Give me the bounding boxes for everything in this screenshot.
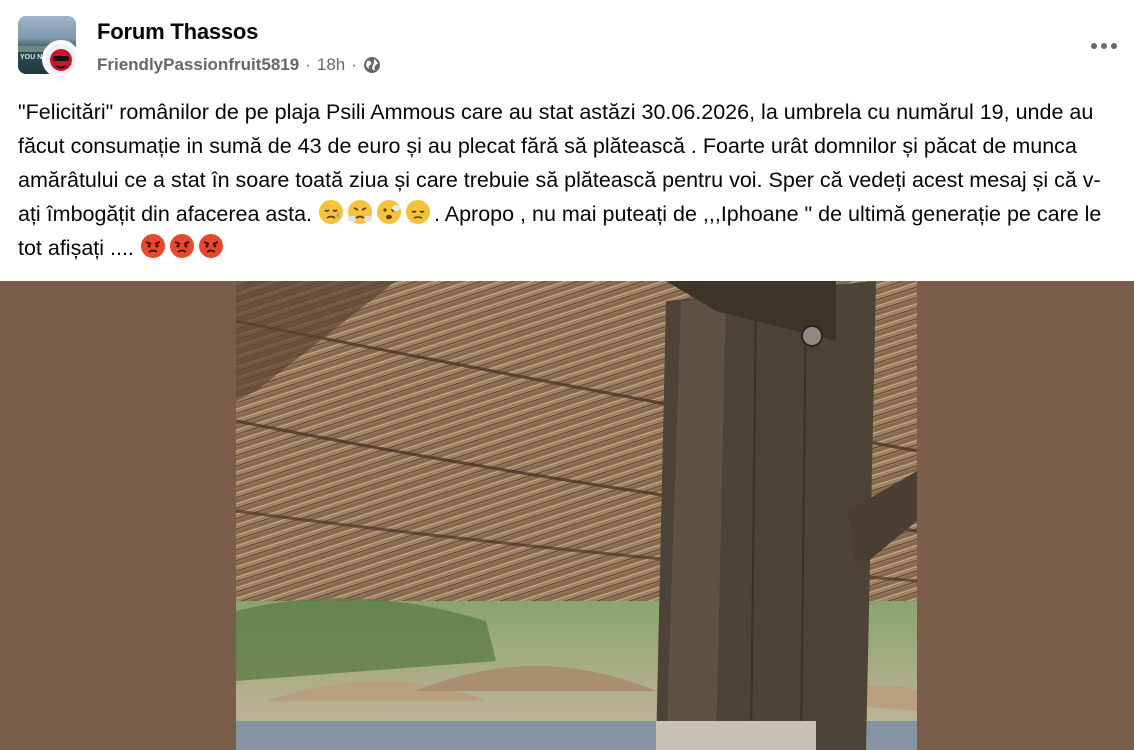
- author-link[interactable]: FriendlyPassionfruit5819: [97, 55, 299, 75]
- angry-face-emoji: [198, 234, 223, 258]
- more-options-button[interactable]: [1088, 30, 1120, 62]
- sad-tear-emoji: [318, 200, 343, 224]
- steam-nose-emoji: [347, 200, 372, 224]
- emoji-group-2: [140, 233, 227, 259]
- meta-separator: ·: [351, 55, 357, 74]
- user-avatar[interactable]: [42, 40, 80, 78]
- photo-illustration: [236, 281, 917, 750]
- avatar-character-icon: [50, 49, 72, 71]
- angry-face-emoji: [169, 234, 194, 258]
- emoji-group-1: [318, 199, 434, 225]
- group-thumbnail-text: YOU N: [20, 54, 43, 61]
- post-time-link[interactable]: 18h: [317, 55, 345, 75]
- angry-face-emoji: [140, 234, 165, 258]
- post-meta: FriendlyPassionfruit5819 · 18h ·: [97, 54, 381, 76]
- post-body-text: "Felicitări" românilor de pe plaja Psili…: [18, 95, 1118, 265]
- thatched-umbrella-photo[interactable]: [236, 281, 917, 750]
- group-avatar[interactable]: YOU N: [18, 16, 80, 78]
- worried-emoji: [376, 200, 401, 224]
- globe-icon: [363, 57, 380, 73]
- group-name-link[interactable]: Forum Thassos: [97, 19, 258, 45]
- post-header: YOU N Forum Thassos FriendlyPassionfruit…: [0, 0, 1134, 92]
- meta-separator: ·: [305, 55, 311, 74]
- more-horizontal-icon: [1091, 43, 1117, 49]
- post-photo-container[interactable]: [0, 281, 1134, 750]
- disappointed-emoji: [405, 200, 430, 224]
